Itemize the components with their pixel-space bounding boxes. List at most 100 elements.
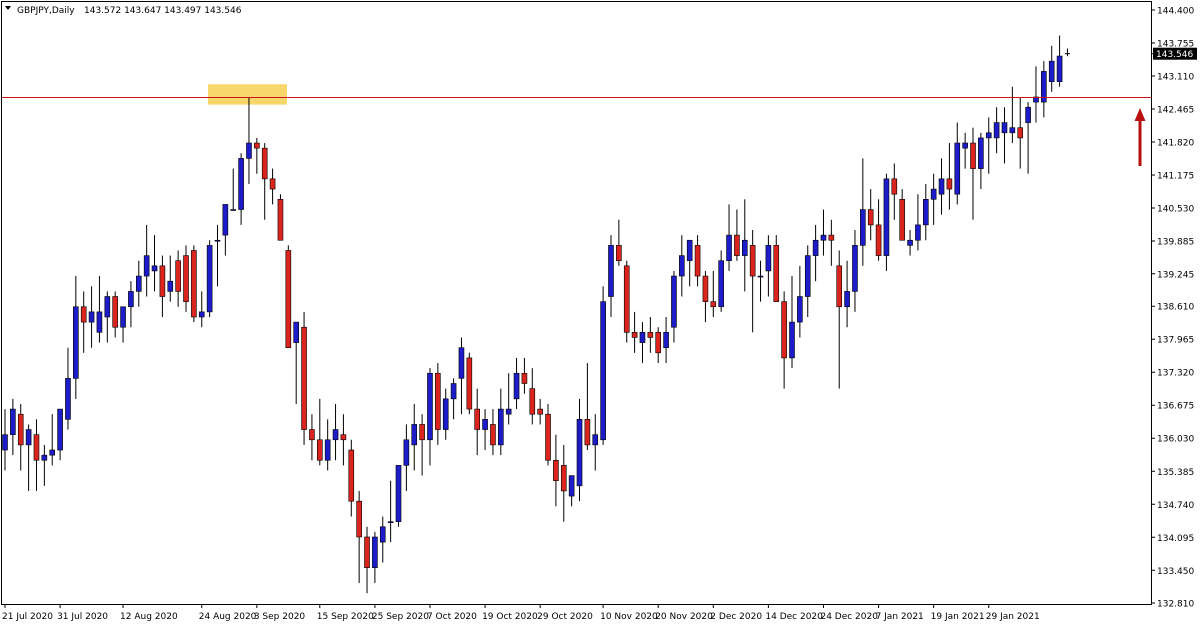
bull-candle-body	[718, 260, 724, 308]
bear-candle-body	[631, 332, 638, 338]
bull-candle-body	[1056, 55, 1063, 82]
bull-candle-body	[915, 224, 921, 241]
bull-candle-body	[198, 311, 205, 318]
bull-candle-body	[238, 158, 244, 210]
bear-candle-body	[269, 178, 276, 190]
bear-candle-body	[623, 265, 630, 333]
bear-candle-body	[183, 255, 189, 302]
bull-candle-body	[482, 419, 488, 430]
bear-candle-body	[159, 265, 166, 297]
bear-candle-body	[710, 301, 717, 308]
y-tick-label: 141.820	[1157, 139, 1194, 149]
bull-candle-body	[10, 408, 16, 435]
bear-candle-body	[655, 332, 662, 354]
y-tick-label: 135.385	[1157, 468, 1194, 478]
bull-candle-body	[844, 291, 850, 308]
candle	[773, 235, 780, 302]
y-tick-label: 133.450	[1157, 567, 1194, 577]
bear-candle-body	[946, 178, 953, 190]
bull-candle-body	[671, 275, 677, 328]
x-tick-label: 20 Nov 2020	[655, 612, 713, 622]
bull-candle-body	[757, 275, 764, 278]
bear-candle-body	[356, 500, 362, 538]
bull-candle-body	[513, 372, 520, 400]
x-tick-label: 10 Nov 2020	[600, 612, 658, 622]
x-tick-label: 19 Oct 2020	[482, 612, 538, 622]
bull-candle-body	[883, 178, 890, 256]
highlight-zone	[208, 84, 287, 105]
current-price-tag: 143.546	[1153, 47, 1197, 60]
x-tick-label: 7 Oct 2020	[427, 612, 477, 622]
y-tick-label: 137.320	[1157, 369, 1194, 379]
time-axis: 21 Jul 2020 31 Jul 2020 12 Aug 2020 24 Aug …	[2, 604, 1040, 622]
bull-candle-body	[608, 245, 614, 297]
candle	[600, 286, 606, 445]
bull-candle-body	[852, 245, 858, 292]
bear-candle-body	[490, 424, 496, 446]
candle	[206, 240, 213, 317]
bull-candle-body	[450, 383, 457, 400]
y-tick-label: 134.095	[1157, 534, 1194, 544]
bull-candle-body	[88, 311, 95, 323]
bear-candle-body	[175, 260, 181, 292]
candle	[191, 245, 197, 323]
bear-candle-body	[80, 306, 87, 323]
chart-window[interactable]: GBPJPY,Daily 143.572 143.647 143.497 143…	[0, 0, 1200, 627]
bull-candle-body	[427, 372, 433, 441]
y-tick-label: 139.885	[1157, 238, 1194, 248]
bull-candle-body	[679, 255, 685, 277]
x-tick-label: 31 Jul 2020	[57, 612, 108, 622]
bull-candle-body	[568, 475, 575, 497]
bull-candle-body	[324, 439, 331, 461]
plot-frame	[1, 1, 1152, 605]
x-tick-label: 15 Sep 2020	[317, 612, 374, 622]
bear-candle-body	[254, 142, 260, 149]
y-tick-label: 142.465	[1157, 106, 1194, 116]
bull-candle-body	[978, 137, 984, 169]
y-tick-label: 138.610	[1157, 303, 1194, 313]
y-tick-label: 140.530	[1157, 205, 1194, 215]
current-price-label: 143.546	[1156, 50, 1193, 60]
x-tick-label: 29 Jan 2021	[986, 612, 1040, 622]
bull-candle-body	[104, 296, 111, 318]
bear-candle-body	[191, 250, 197, 318]
bull-candle-body	[962, 142, 968, 149]
bull-candle-body	[639, 332, 646, 343]
bull-candle-body	[411, 424, 418, 446]
bull-candle-body	[387, 521, 394, 523]
bull-candle-body	[230, 209, 237, 211]
bull-candle-body	[372, 536, 378, 568]
y-tick-label: 144.400	[1157, 7, 1194, 17]
bull-candle-body	[860, 209, 866, 246]
bull-candle-body	[820, 234, 827, 241]
candle	[277, 194, 284, 241]
bear-candle-body	[277, 199, 284, 241]
bull-candle-body	[379, 526, 386, 543]
candle	[183, 245, 189, 312]
y-tick-label: 132.810	[1157, 600, 1194, 610]
ohlc-readout: 143.572 143.647 143.497 143.546	[84, 6, 242, 16]
bear-candle-body	[616, 245, 622, 262]
resistance-highlight-layer	[208, 84, 287, 105]
bear-candle-body	[309, 429, 315, 441]
bull-candle-body	[293, 321, 299, 343]
x-tick-label: 2 Dec 2020	[710, 612, 762, 622]
bull-candle-body	[1001, 122, 1008, 134]
bull-candle-body	[57, 408, 63, 451]
x-tick-label: 21 Jul 2020	[2, 612, 53, 622]
bull-candle-body	[765, 245, 772, 272]
bull-candle-body	[993, 122, 1000, 139]
x-tick-label: 29 Oct 2020	[537, 612, 593, 622]
bull-candle-body	[812, 239, 819, 256]
bull-candle-body	[797, 296, 803, 323]
bear-candle-body	[694, 245, 701, 277]
bull-candle-body	[2, 434, 8, 451]
bull-candle-body	[907, 239, 913, 246]
bear-candle-body	[836, 265, 843, 308]
bear-candle-body	[970, 142, 976, 169]
bull-candle-body	[1048, 60, 1055, 82]
candlestick-chart[interactable]: GBPJPY,Daily 143.572 143.647 143.497 143…	[0, 0, 1200, 627]
bull-candle-body	[49, 449, 56, 456]
bull-candle-body	[395, 465, 402, 522]
bull-candle-body	[741, 239, 748, 256]
